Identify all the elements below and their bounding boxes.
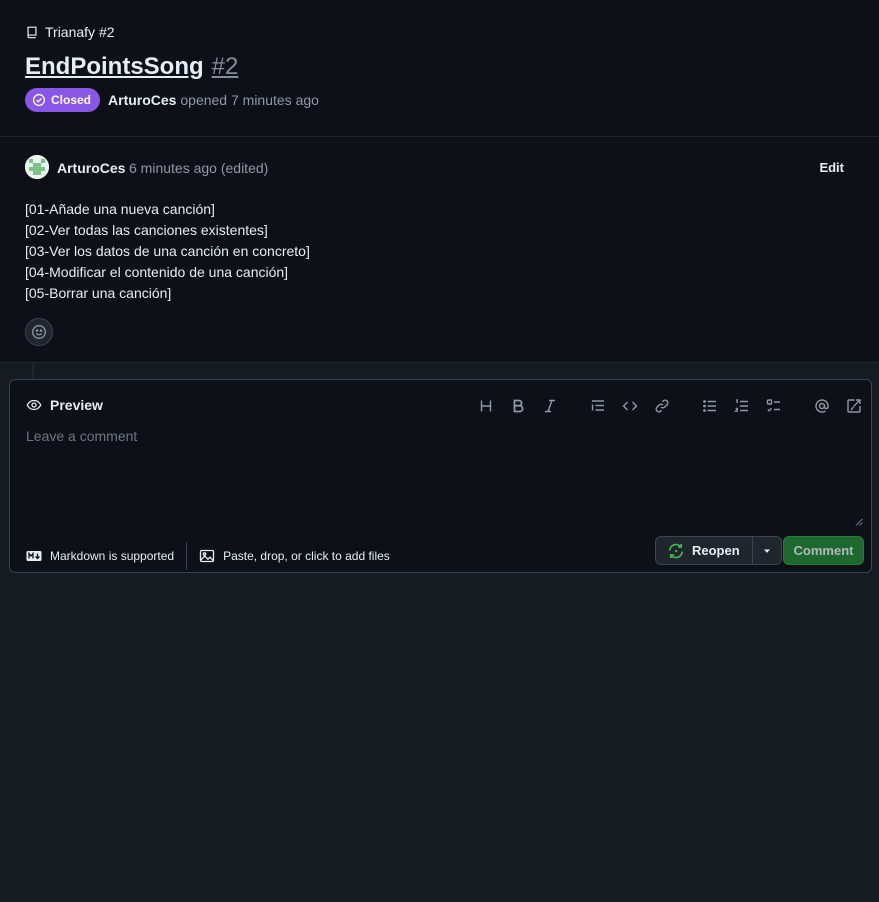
heading-icon [480,400,492,412]
status-badge: Closed [25,88,101,112]
bold-icon [513,399,524,413]
reopen-button-group: Reopen [655,536,782,565]
heading-button[interactable] [470,396,502,416]
markdown-label: Markdown is supported [50,549,175,563]
page-title: EndPointsSong #2 [25,52,238,82]
comment-line: [05-Borrar una canción] [25,285,172,301]
editor-footer: Markdown is supported Paste, drop, or cl… [26,542,390,570]
reopen-options-button[interactable] [753,537,781,564]
ordered-list-icon [734,398,748,412]
quote-icon [591,400,604,411]
markdown-link[interactable]: Markdown is supported [26,542,174,570]
bold-button[interactable] [502,396,534,416]
comment-body: [01-Añade una nueva canción] [02-Ver tod… [25,199,310,304]
timeline-connector [32,364,34,380]
ordered-list-button[interactable] [726,396,758,416]
repo-link[interactable]: Trianafy #2 [45,24,115,40]
comment-line: [01-Añade una nueva canción] [25,201,215,217]
sync-icon [668,543,684,558]
mention-button[interactable] [806,396,838,416]
identicon-icon [25,155,49,179]
eye-icon [26,399,42,411]
check-circle-icon [32,93,46,107]
comment-timestamp[interactable]: 6 minutes ago (edited) [129,160,268,176]
smiley-icon [32,325,46,339]
comment-author[interactable]: ArturoCes [57,160,125,176]
comment-button[interactable]: Comment [783,536,864,565]
breadcrumb[interactable]: Trianafy #2 [25,24,115,40]
issue-opened-text: opened 7 minutes ago [180,92,319,108]
reopen-label: Reopen [692,543,740,558]
resize-handle-icon[interactable] [855,518,863,526]
unordered-list-button[interactable] [694,396,726,416]
footer-divider [186,542,188,570]
link-button[interactable] [646,396,678,416]
mention-icon [815,399,829,413]
issue-number[interactable]: #2 [212,53,239,80]
reopen-button[interactable]: Reopen [656,537,753,564]
comment-line: [03-Ver los datos de una canción en conc… [25,243,310,259]
unordered-list-icon [703,400,716,412]
issue-title: EndPointsSong [25,53,204,80]
triangle-down-icon [763,549,770,553]
task-list-button[interactable] [758,396,790,416]
comment-line: [04-Modificar el contenido de una canció… [25,264,289,280]
italic-icon [545,399,555,413]
status-label: Closed [51,93,92,107]
comment-editor: Preview Leave a comment Markdown is supp… [9,379,872,573]
attach-files-button[interactable]: Paste, drop, or click to add files [199,542,390,570]
tab-preview-label: Preview [50,397,103,413]
attach-files-label: Paste, drop, or click to add files [223,549,390,563]
issue-meta: ArturoCes opened 7 minutes ago [108,92,319,108]
quote-button[interactable] [582,396,614,416]
add-reaction-button[interactable] [25,318,53,346]
markdown-toolbar [470,396,870,416]
task-list-icon [766,399,780,412]
italic-button[interactable] [534,396,566,416]
code-icon [622,401,638,411]
avatar[interactable] [25,155,49,179]
code-button[interactable] [614,396,646,416]
repo-icon [27,26,37,39]
image-icon [199,549,215,563]
reference-button[interactable] [838,396,870,416]
edit-button[interactable]: Edit [819,160,844,175]
comment-line: [02-Ver todas las canciones existentes] [25,222,268,238]
reference-icon [847,399,861,413]
issue-author[interactable]: ArturoCes [108,92,176,108]
link-icon [655,399,669,413]
comment-textarea[interactable] [26,428,864,528]
issue-header: Trianafy #2 EndPointsSong #2 Closed Artur… [0,0,879,137]
issue-state: Closed ArturoCes opened 7 minutes ago [25,88,319,112]
comment-block: ArturoCes 6 minutes ago (edited) Edit [0… [0,137,879,363]
tab-preview[interactable]: Preview [26,397,103,413]
markdown-icon [26,551,42,561]
